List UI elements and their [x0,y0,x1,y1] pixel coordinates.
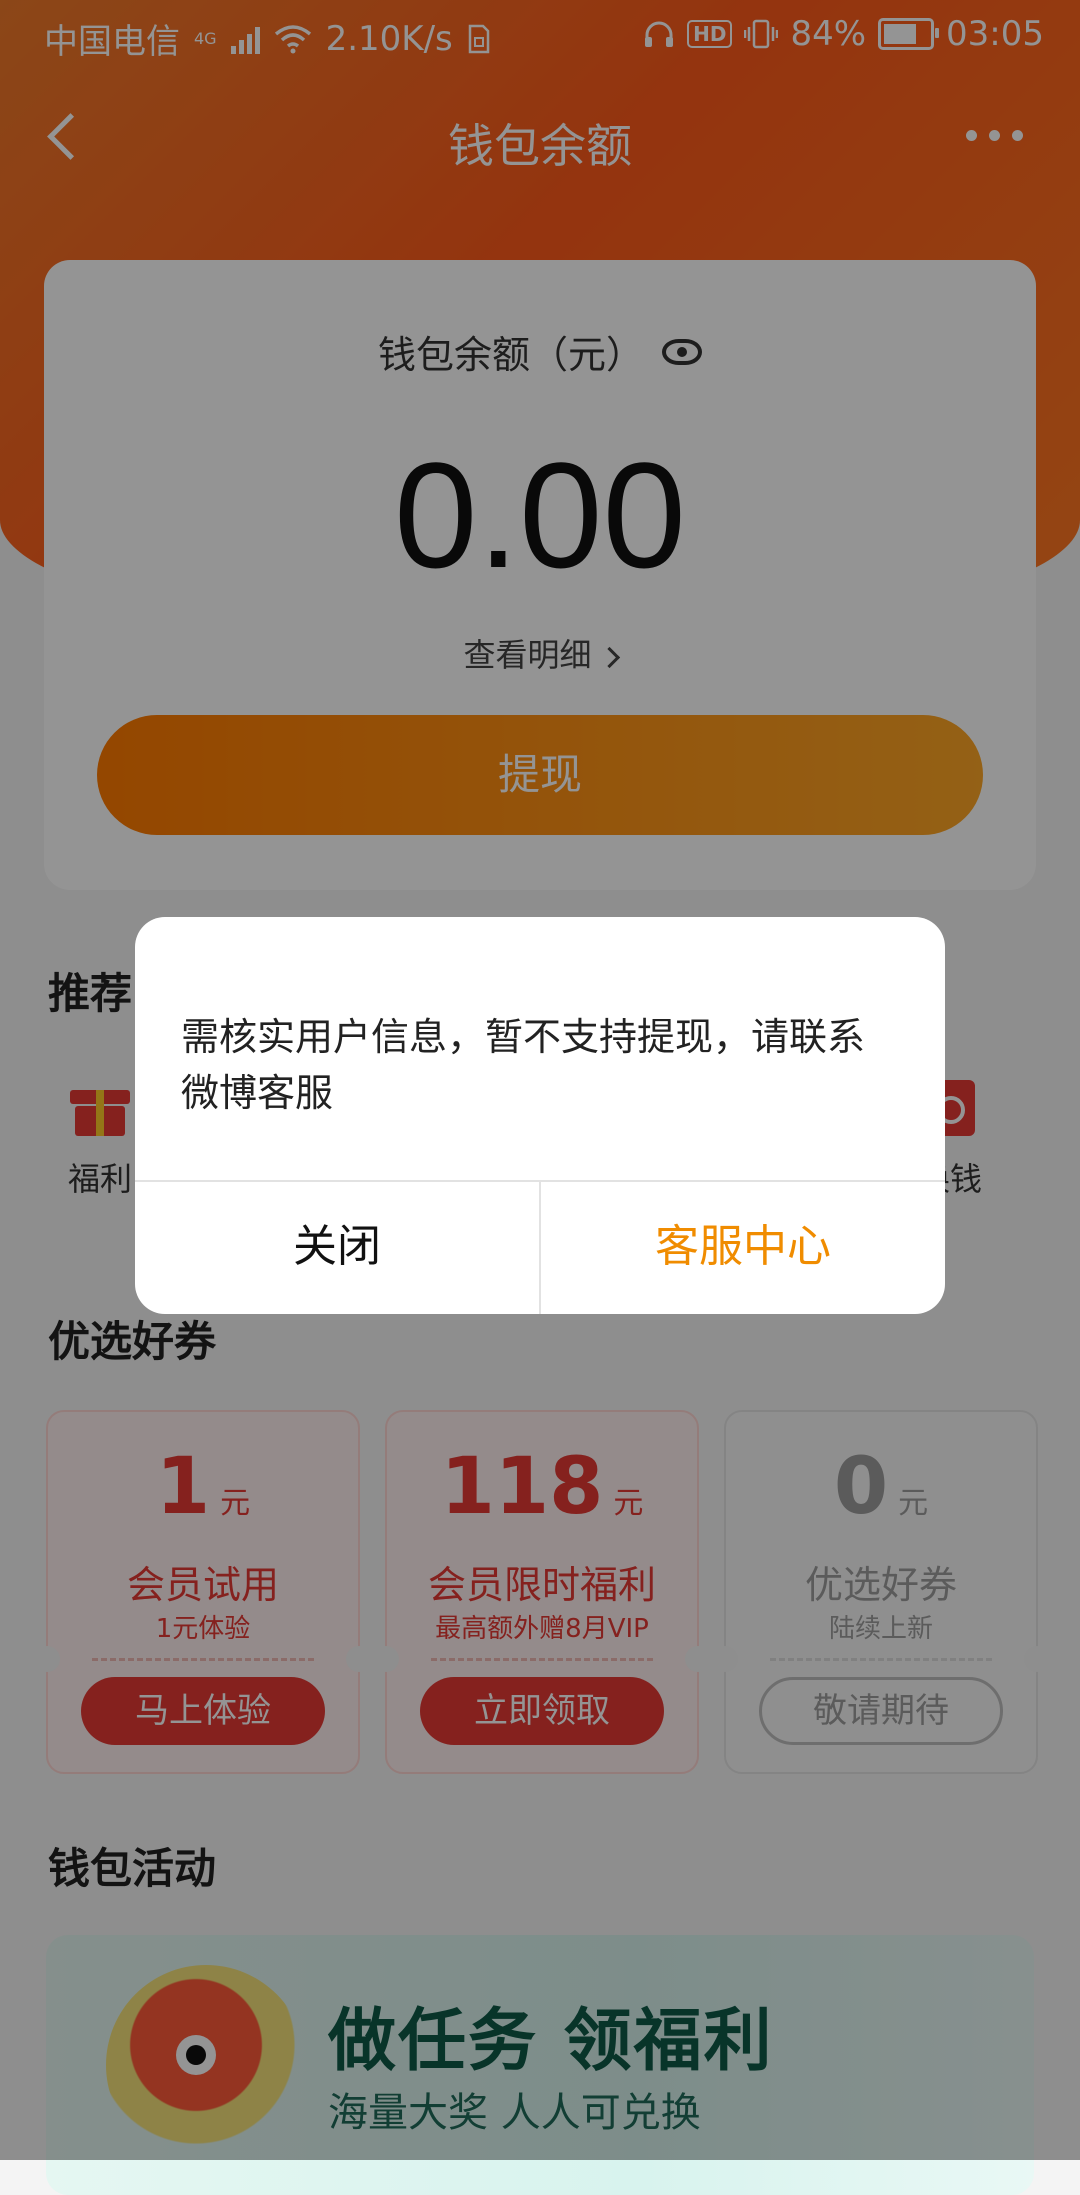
dialog-actions: 关闭 客服中心 [135,1180,945,1314]
alert-dialog: 需核实用户信息，暂不支持提现，请联系微博客服 关闭 客服中心 [135,917,945,1314]
close-button[interactable]: 关闭 [135,1182,541,1314]
customer-service-button[interactable]: 客服中心 [541,1182,945,1314]
dialog-message: 需核实用户信息，暂不支持提现，请联系微博客服 [181,1015,866,1115]
